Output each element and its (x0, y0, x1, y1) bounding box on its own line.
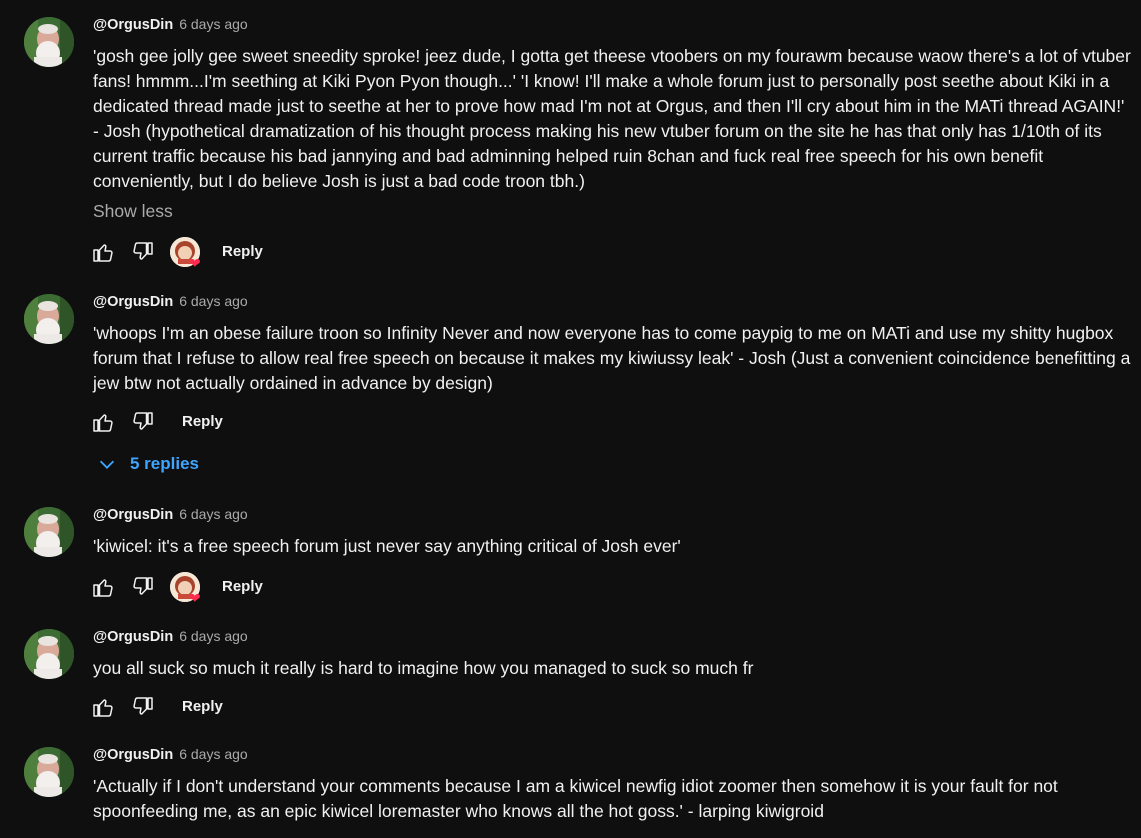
comment-timestamp[interactable]: 6 days ago (179, 293, 248, 309)
reply-button[interactable]: Reply (164, 406, 241, 438)
replies-count: 5 replies (130, 454, 199, 473)
comment-text: 'kiwicel: it's a free speech forum just … (93, 536, 681, 556)
comment-header: @OrgusDin 6 days ago (93, 628, 248, 650)
comment-author[interactable]: @OrgusDin (93, 507, 173, 523)
comment-timestamp[interactable]: 6 days ago (179, 628, 248, 644)
creator-heart-badge: ❤ (170, 572, 201, 606)
chevron-down-icon (99, 460, 115, 469)
comment-author[interactable]: @OrgusDin (93, 747, 173, 763)
comment-text: 'Actually if I don't understand your com… (93, 776, 1058, 821)
comment-header: @OrgusDin 6 days ago (93, 506, 248, 528)
comment-header: @OrgusDin 6 days ago (93, 746, 248, 768)
avatar[interactable] (24, 629, 74, 679)
thumb-down-icon[interactable] (130, 239, 156, 265)
avatar[interactable] (24, 747, 74, 797)
show-less-button[interactable]: Show less (93, 201, 173, 222)
comment-actions: ❤ Reply (90, 571, 281, 606)
comment-timestamp[interactable]: 6 days ago (179, 506, 248, 522)
view-replies-button[interactable]: 5 replies (96, 446, 199, 482)
comment-header: @OrgusDin 6 days ago (93, 16, 248, 38)
avatar[interactable] (24, 294, 74, 344)
thumb-up-icon[interactable] (90, 239, 116, 265)
heart-icon: ❤ (189, 255, 201, 271)
comment-actions: Reply (90, 691, 241, 723)
heart-icon: ❤ (189, 590, 201, 606)
comment-timestamp[interactable]: 6 days ago (179, 16, 248, 32)
comment-actions: ❤ Reply (90, 236, 281, 271)
thumb-down-icon[interactable] (130, 409, 156, 435)
comment-author[interactable]: @OrgusDin (93, 294, 173, 310)
comment-author[interactable]: @OrgusDin (93, 629, 173, 645)
thumb-up-icon[interactable] (90, 694, 116, 720)
comment-header: @OrgusDin 6 days ago (93, 293, 248, 315)
comment-author[interactable]: @OrgusDin (93, 17, 173, 33)
reply-button[interactable]: Reply (164, 691, 241, 723)
comment-text: you all suck so much it really is hard t… (93, 658, 754, 678)
comment-text: 'gosh gee jolly gee sweet sneedity sprok… (93, 46, 1131, 191)
thumb-down-icon[interactable] (130, 694, 156, 720)
thumb-down-icon[interactable] (130, 574, 156, 600)
reply-button[interactable]: Reply (204, 571, 281, 603)
thumb-up-icon[interactable] (90, 574, 116, 600)
comment-timestamp[interactable]: 6 days ago (179, 746, 248, 762)
comment-text: 'whoops I'm an obese failure troon so In… (93, 323, 1131, 393)
comment-actions: Reply (90, 406, 241, 438)
reply-button[interactable]: Reply (204, 236, 281, 268)
creator-heart-badge: ❤ (170, 237, 201, 271)
avatar[interactable] (24, 507, 74, 557)
avatar[interactable] (24, 17, 74, 67)
thumb-up-icon[interactable] (90, 409, 116, 435)
